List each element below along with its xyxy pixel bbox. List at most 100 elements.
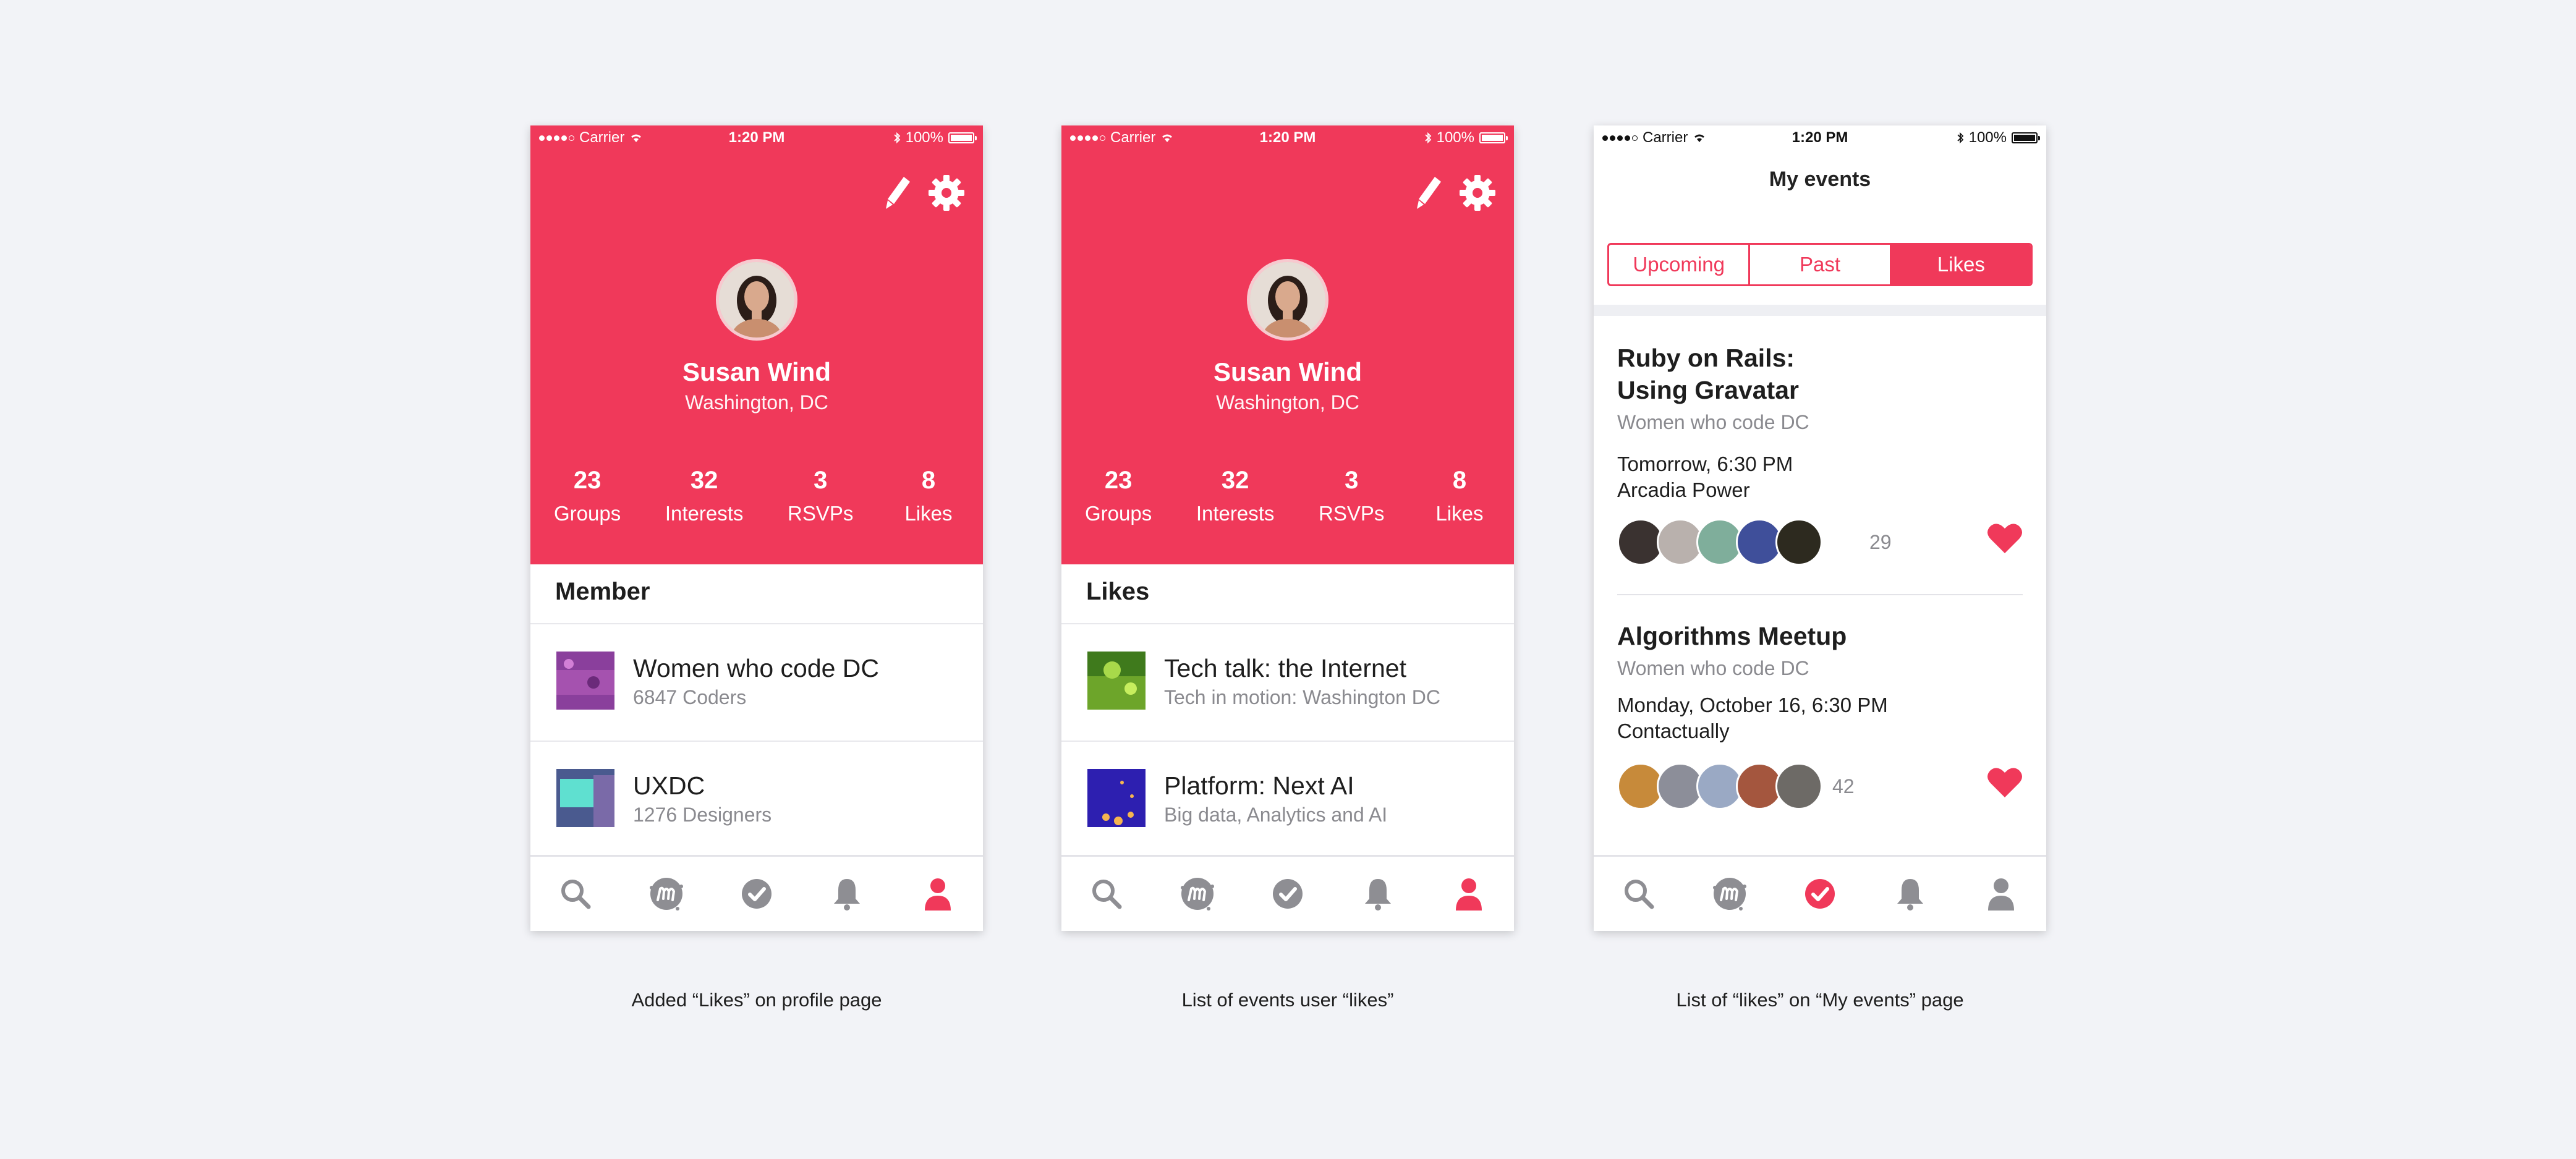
heart-icon[interactable] [1987,522,2023,554]
tab-notifications[interactable] [822,869,872,919]
tab-profile[interactable] [1976,869,2026,919]
event-time: Monday, October 16, 6:30 PM [1617,694,1888,716]
stat-rsvps[interactable]: 3 RSVPs [788,467,853,525]
list-item[interactable]: UXDC 1276 Designers [530,742,983,859]
heart-icon[interactable] [1987,766,2023,799]
stat-label: Interests [1196,502,1275,525]
tab-bar [1061,855,1514,931]
tab-home[interactable] [642,869,691,919]
item-subtitle: 6847 Coders [633,686,747,708]
item-subtitle: 1276 Designers [633,804,772,826]
list-item[interactable]: Women who code DC 6847 Coders [530,624,983,742]
tab-profile[interactable] [1444,869,1494,919]
bell-icon [1365,879,1392,911]
caption-profile-likes: Added “Likes” on profile page [631,989,882,1011]
search-icon [1092,880,1122,909]
event-group: Women who code DC [1617,411,1809,433]
my-events-screen: Carrier 1:20 PM 100% My events Upcoming … [1594,125,2046,931]
stat-interests[interactable]: 32 Interests [665,467,744,525]
profile-likes-screen: Carrier 1:20 PM 100% Susan Wind Washingt… [1061,125,1514,931]
event-card[interactable]: Algorithms Meetup Women who code DC Mond… [1617,620,2023,743]
check-icon [1272,879,1303,909]
tab-notifications[interactable] [1885,869,1935,919]
stat-label: Likes [904,502,953,525]
tab-home[interactable] [1173,869,1222,919]
battery-percent: 100% [905,129,943,146]
stat-value: 32 [690,467,718,494]
caption-my-events: List of “likes” on “My events” page [1676,989,1964,1011]
event-card[interactable]: Ruby on Rails: Using Gravatar Women who c… [1617,342,2023,502]
stat-value: 8 [1452,467,1467,494]
edit-pencil-icon[interactable] [884,176,911,210]
stat-value: 23 [1104,467,1133,494]
section-title: Member [530,564,983,624]
meetup-icon [1712,878,1746,911]
item-title: UXDC [633,771,705,800]
list-item[interactable]: Platform: Next AI Big data, Analytics an… [1061,742,1514,859]
stat-rsvps[interactable]: 3 RSVPs [1319,467,1384,525]
search-icon [1625,880,1654,909]
tab-events[interactable] [732,869,781,919]
event-venue: Contactually [1617,720,1730,742]
profile-stats: 23 Groups 32 Interests 3 RSVPs 8 Likes [1085,467,1490,525]
event-attendees-row: 42 [1617,759,2023,815]
status-bar: Carrier 1:20 PM 100% [1061,125,1514,148]
bell-icon [1897,879,1924,911]
tab-events[interactable] [1263,869,1312,919]
profile-location: Washington, DC [685,391,828,414]
profile-icon [924,878,951,911]
tab-search[interactable] [1082,869,1131,919]
list-item[interactable]: Tech talk: the Internet Tech in motion: … [1061,624,1514,742]
tab-search[interactable] [1614,869,1664,919]
item-subtitle: Tech in motion: Washington DC [1164,686,1441,708]
stat-groups[interactable]: 23 Groups [554,467,621,525]
check-icon [741,879,772,909]
edit-pencil-icon[interactable] [1415,176,1442,210]
group-thumbnail [556,652,614,710]
settings-gear-icon[interactable] [927,174,966,212]
tab-home[interactable] [1705,869,1754,919]
battery-percent: 100% [1968,129,2007,146]
tab-likes[interactable]: Likes [1891,245,2031,284]
profile-name: Susan Wind [1214,357,1362,386]
avatar[interactable] [1247,259,1328,341]
attendee-avatars[interactable]: 29 [1617,519,1892,566]
bluetooth-icon [893,132,900,144]
event-title-line: Using Gravatar [1617,376,1799,404]
search-icon [561,880,591,909]
caption-likes-list: List of events user “likes” [1181,989,1394,1011]
page-title: My events [1769,168,1871,191]
event-title-line: Ruby on Rails: [1617,344,1795,372]
battery-percent: 100% [1436,129,1474,146]
attendee-avatars[interactable]: 42 [1617,763,1855,810]
stat-value: 32 [1221,467,1249,494]
stat-groups[interactable]: 23 Groups [1085,467,1152,525]
event-time: Tomorrow, 6:30 PM [1617,452,1793,475]
group-thumbnail [556,769,614,827]
avatar[interactable] [716,259,797,341]
item-title: Women who code DC [633,654,880,682]
tab-bar [530,855,983,931]
tab-upcoming[interactable]: Upcoming [1609,245,1751,284]
stat-likes[interactable]: 8 Likes [898,467,959,525]
tab-search[interactable] [551,869,600,919]
event-attendees-row: 29 [1617,515,2023,571]
tab-notifications[interactable] [1353,869,1403,919]
meetup-icon [1180,878,1214,911]
settings-gear-icon[interactable] [1458,174,1497,212]
tab-past[interactable]: Past [1750,245,1892,284]
tab-profile[interactable] [913,869,963,919]
tab-events[interactable] [1795,869,1845,919]
status-bar: Carrier 1:20 PM 100% [1594,125,2046,148]
stat-label: Interests [665,502,744,525]
stat-likes[interactable]: 8 Likes [1429,467,1490,525]
stat-value: 8 [921,467,936,494]
stat-label: RSVPs [1319,502,1385,525]
stat-value: 3 [814,467,828,494]
event-thumbnail [1087,769,1146,827]
item-subtitle: Big data, Analytics and AI [1164,804,1388,826]
profile-header: Carrier 1:20 PM 100% Susan Wind Washingt… [530,125,983,564]
stat-interests[interactable]: 32 Interests [1196,467,1275,525]
item-title: Platform: Next AI [1164,771,1354,800]
bluetooth-icon [1957,132,1963,144]
